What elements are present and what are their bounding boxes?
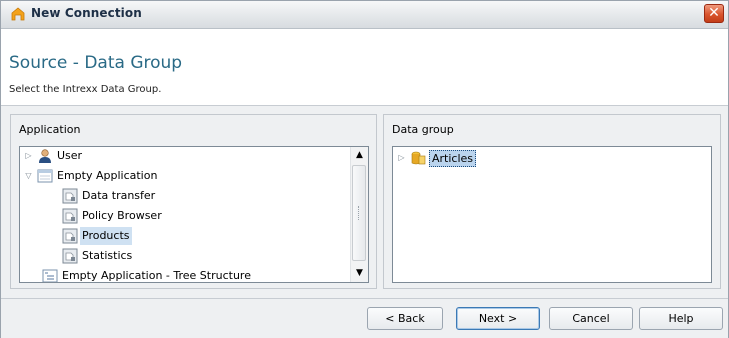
page-subtitle: Select the Intrexx Data Group. <box>9 84 162 95</box>
tree-node-label: Products <box>80 227 132 245</box>
expand-arrow-icon[interactable]: ▷ <box>24 147 33 165</box>
tree-node-user[interactable]: ▷ User <box>24 147 344 165</box>
data-group-tree[interactable]: ▷ Articles <box>392 146 712 283</box>
application-label: Application <box>19 123 81 136</box>
tree-node-label: Data transfer <box>82 189 156 202</box>
application-tree[interactable]: ▷ User ▽ Empty Application Data transfer… <box>19 146 369 283</box>
tree-node-label: Articles <box>429 150 477 167</box>
tree-node-policy-browser[interactable]: Policy Browser <box>62 207 342 225</box>
tree-node-label: Policy Browser <box>82 209 162 222</box>
header-band: Source - Data Group Select the Intrexx D… <box>1 29 728 106</box>
tree-node-label: Empty Application <box>57 169 158 182</box>
chevron-up-icon: ▲ <box>356 150 363 160</box>
next-button[interactable]: Next > <box>456 307 540 330</box>
tree-node-empty-application[interactable]: ▽ Empty Application <box>24 167 344 185</box>
close-icon: ✕ <box>708 5 720 21</box>
page-icon <box>62 208 78 224</box>
new-connection-dialog: New Connection ✕ Source - Data Group Sel… <box>0 0 729 338</box>
scrollbar-thumb[interactable] <box>352 165 366 261</box>
page-title: Source - Data Group <box>9 53 183 73</box>
page-icon <box>62 188 78 204</box>
application-panel: Application ▷ User ▽ Empty Application D… <box>10 114 377 289</box>
page-icon <box>62 228 78 244</box>
tree-node-label: Empty Application - Tree Structure <box>62 269 251 282</box>
help-button[interactable]: Help <box>639 307 723 330</box>
tree-node-products[interactable]: Products <box>62 227 342 245</box>
title-bar[interactable]: New Connection ✕ <box>1 1 728 29</box>
button-bar: < Back Next > Cancel Help <box>1 298 728 338</box>
scroll-up-button[interactable]: ▲ <box>351 147 368 164</box>
data-group-label: Data group <box>392 123 454 136</box>
database-icon <box>411 151 426 165</box>
tree-node-label: Statistics <box>82 249 133 262</box>
application-icon <box>37 169 53 183</box>
app-logo-icon <box>11 7 25 21</box>
collapse-arrow-icon[interactable]: ▽ <box>24 167 33 185</box>
page-icon <box>62 248 78 264</box>
chevron-down-icon: ▼ <box>356 268 363 278</box>
user-icon <box>39 149 51 163</box>
grip-icon <box>358 206 363 220</box>
tree-node-data-transfer[interactable]: Data transfer <box>62 187 342 205</box>
cancel-button[interactable]: Cancel <box>549 307 633 330</box>
vertical-scrollbar[interactable]: ▲ ▼ <box>350 147 368 282</box>
dialog-title: New Connection <box>31 6 142 20</box>
tree-node-articles[interactable]: ▷ Articles <box>397 149 697 167</box>
scroll-down-button[interactable]: ▼ <box>351 265 368 282</box>
back-button[interactable]: < Back <box>367 307 443 330</box>
close-button[interactable]: ✕ <box>704 4 724 23</box>
tree-node-statistics[interactable]: Statistics <box>62 247 342 265</box>
expand-arrow-icon[interactable]: ▷ <box>397 149 406 167</box>
tree-node-label: User <box>57 149 83 162</box>
tree-node-empty-application-tree-structure[interactable]: Empty Application - Tree Structure <box>42 267 342 282</box>
data-group-panel: Data group ▷ Articles <box>383 114 721 289</box>
tree-application-icon <box>42 269 58 282</box>
